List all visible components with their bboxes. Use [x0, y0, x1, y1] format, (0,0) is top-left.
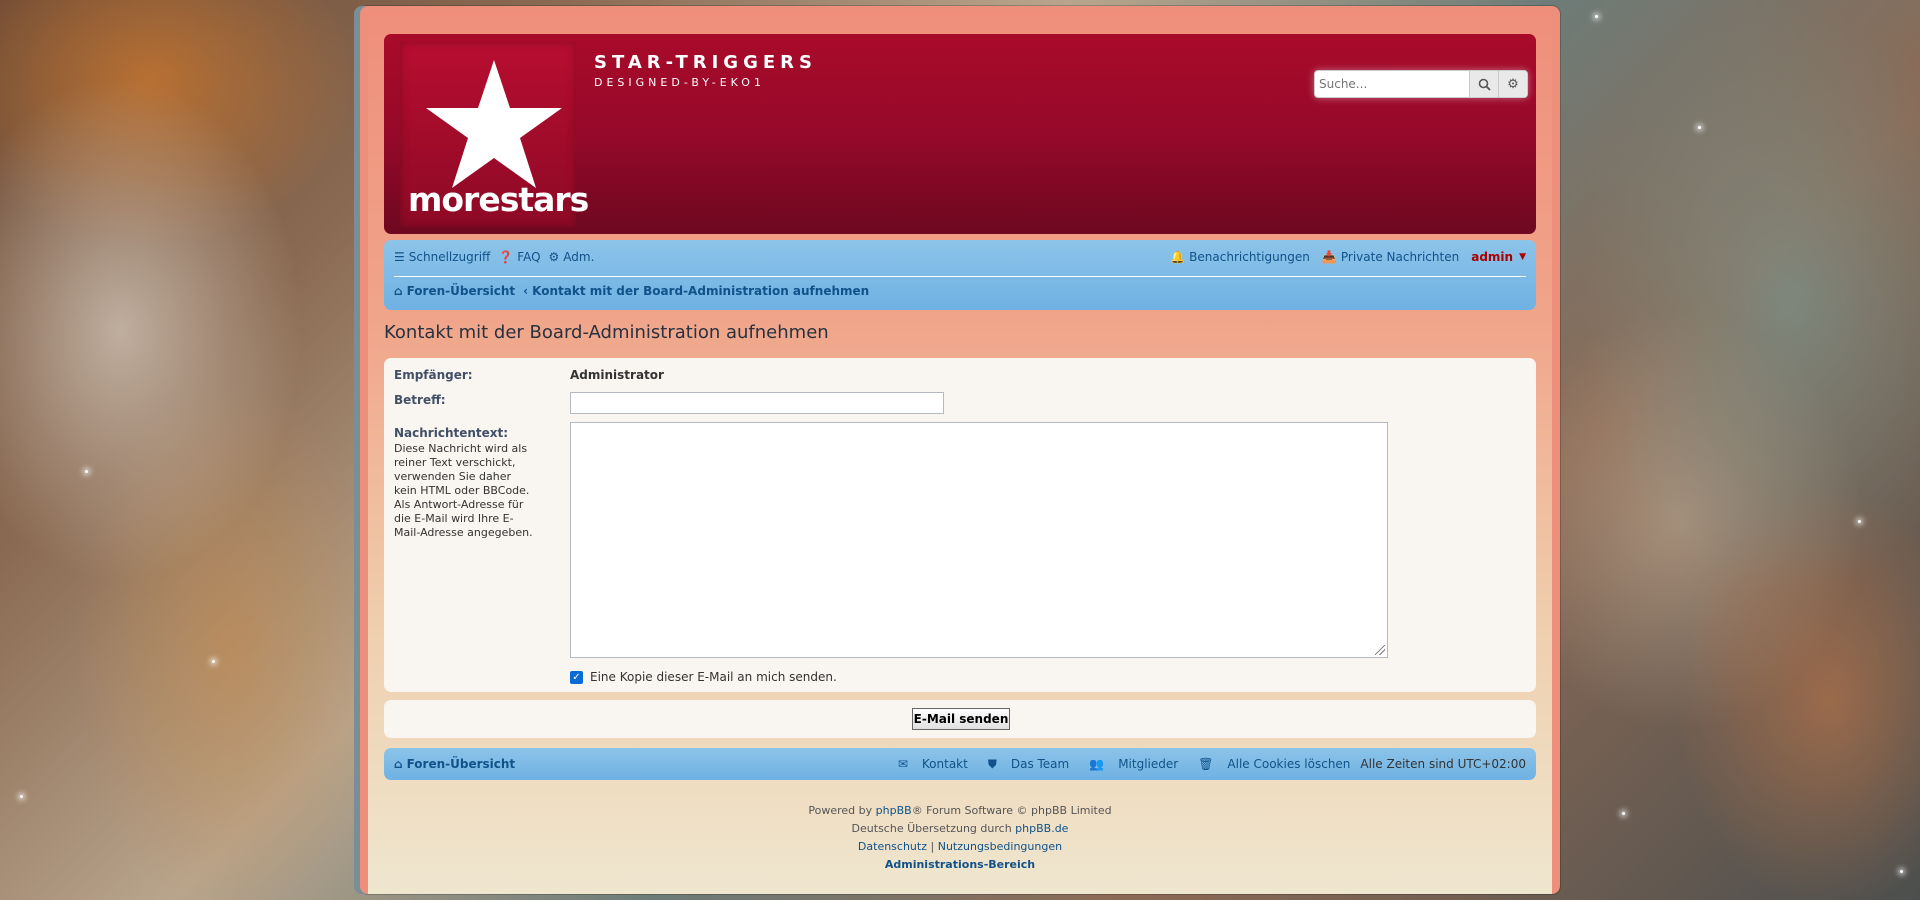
message-textarea[interactable] [570, 422, 1388, 658]
contact-form-panel: Empfänger: Administrator Betreff: Nachri… [384, 358, 1536, 692]
page-body: morestars STAR-TRIGGERS DESIGNED-BY-EKO1… [368, 12, 1552, 894]
quicklinks-menu[interactable]: ☰ Schnellzugriff [394, 250, 490, 264]
recipient-value: Administrator [570, 368, 664, 382]
acp-footer-line: Administrations-Bereich [384, 856, 1536, 874]
breadcrumb: ⌂ Foren-Übersicht ‹ Kontakt mit der Boar… [394, 284, 869, 298]
send-email-button[interactable]: E-Mail senden [912, 708, 1010, 730]
faq-link[interactable]: ❓ FAQ [498, 250, 540, 264]
faq-label: FAQ [517, 250, 541, 264]
notifications-link[interactable]: 🔔 Benachrichtigungen [1170, 250, 1310, 264]
message-help: Diese Nachricht wird als reiner Text ver… [394, 442, 533, 539]
search-input[interactable] [1315, 71, 1469, 97]
contact-label: Kontakt [921, 757, 968, 771]
acp-label: Adm. [563, 250, 595, 264]
site-title: STAR-TRIGGERS [594, 52, 817, 73]
timezone-info: Alle Zeiten sind UTC+02:00 [1360, 757, 1526, 771]
team-link[interactable]: ⛊ Das Team [978, 757, 1069, 772]
page-wrapper: morestars STAR-TRIGGERS DESIGNED-BY-EKO1… [360, 6, 1560, 894]
powered-suffix: ® Forum Software © phpBB Limited [911, 804, 1112, 817]
home-icon: ⌂ [394, 757, 403, 771]
advanced-search-button[interactable]: ⚙ [1498, 71, 1527, 97]
copyright-block: Powered by phpBB® Forum Software © phpBB… [384, 802, 1536, 874]
legal-links: Datenschutz | Nutzungsbedingungen [384, 838, 1536, 856]
acp-link[interactable]: ⚙ Adm. [549, 250, 595, 264]
page-title: Kontakt mit der Board-Administration auf… [384, 322, 829, 343]
envelope-icon: ✉ [897, 757, 908, 771]
trash-icon: 🗑 [1198, 757, 1214, 771]
delete-cookies-link[interactable]: 🗑 Alle Cookies löschen [1188, 757, 1350, 771]
members-link[interactable]: 👥 Mitglieder [1079, 757, 1178, 771]
search-button[interactable] [1469, 71, 1498, 97]
navbar: ☰ Schnellzugriff ❓ FAQ ⚙ Adm. 🔔 Benachri… [384, 240, 1536, 310]
shield-icon: ⛊ [987, 756, 997, 771]
breadcrumb-current[interactable]: ‹ Kontakt mit der Board-Administration a… [523, 284, 869, 298]
privacy-link[interactable]: Datenschutz [858, 840, 927, 853]
username: admin [1471, 250, 1514, 264]
footer-navbar: ⌂ Foren-Übersicht ✉ Kontakt ⛊ Das Team 👥… [384, 748, 1536, 780]
footer-home-label: Foren-Übersicht [406, 757, 516, 771]
quicklinks-label: Schnellzugriff [408, 250, 491, 264]
translation-link[interactable]: phpBB.de [1015, 822, 1068, 835]
message-label: Nachrichtentext: [394, 426, 509, 440]
bell-icon: 🔔 [1170, 250, 1186, 264]
search-box: ⚙ [1314, 70, 1528, 98]
nav-links: ☰ Schnellzugriff ❓ FAQ ⚙ Adm. 🔔 Benachri… [394, 248, 1526, 266]
logo-text: morestars [408, 180, 589, 219]
copy-checkbox[interactable]: ✓ [570, 670, 583, 684]
team-label: Das Team [1010, 757, 1070, 771]
resize-handle[interactable] [1375, 645, 1385, 655]
subject-label: Betreff: [394, 393, 446, 407]
star-logo-icon [426, 60, 562, 188]
nav-divider [394, 276, 1526, 277]
site-logo[interactable]: morestars [400, 42, 589, 227]
copy-label: Eine Kopie dieser E-Mail an mich senden. [590, 670, 837, 684]
search-icon [1478, 78, 1491, 91]
translation-prefix: Deutsche Übersetzung durch [851, 822, 1012, 835]
breadcrumb-home-label: Foren-Übersicht [406, 284, 516, 298]
acp-footer-link[interactable]: Administrations-Bereich [885, 858, 1035, 871]
members-label: Mitglieder [1118, 757, 1179, 771]
powered-prefix: Powered by [808, 804, 873, 817]
user-menu[interactable]: admin ▼ [1471, 250, 1526, 264]
footer-home-link[interactable]: ⌂ Foren-Übersicht [394, 757, 515, 771]
bars-icon: ☰ [394, 250, 405, 264]
caret-down-icon: ▼ [1519, 252, 1526, 262]
notifications-label: Benachrichtigungen [1189, 250, 1310, 264]
users-icon: 👥 [1089, 757, 1105, 771]
copy-option: ✓ Eine Kopie dieser E-Mail an mich sende… [570, 670, 837, 684]
pm-label: Private Nachrichten [1340, 250, 1460, 264]
translation-line: Deutsche Übersetzung durch phpBB.de [384, 820, 1536, 838]
subject-input[interactable] [570, 392, 944, 414]
inbox-icon: 📥 [1321, 250, 1337, 264]
legal-separator: | [930, 840, 935, 853]
cogs-icon: ⚙ [548, 250, 560, 264]
contact-link[interactable]: ✉ Kontakt [888, 757, 968, 771]
home-icon: ⌂ [394, 284, 403, 298]
powered-by-line: Powered by phpBB® Forum Software © phpBB… [384, 802, 1536, 820]
submit-panel: E-Mail senden [384, 700, 1536, 738]
question-circle-icon: ❓ [498, 250, 514, 264]
breadcrumb-current-label: Kontakt mit der Board-Administration auf… [532, 284, 870, 298]
chevron-left-icon: ‹ [523, 284, 529, 298]
phpbb-link[interactable]: phpBB [876, 804, 912, 817]
gear-icon: ⚙ [1507, 76, 1519, 92]
private-messages-link[interactable]: 📥 Private Nachrichten [1322, 250, 1459, 264]
site-subtitle: DESIGNED-BY-EKO1 [594, 76, 765, 89]
terms-link[interactable]: Nutzungsbedingungen [938, 840, 1062, 853]
recipient-label: Empfänger: [394, 368, 473, 382]
site-header: morestars STAR-TRIGGERS DESIGNED-BY-EKO1… [384, 34, 1536, 234]
breadcrumb-home[interactable]: ⌂ Foren-Übersicht [394, 284, 515, 298]
delete-cookies-label: Alle Cookies löschen [1227, 757, 1351, 771]
